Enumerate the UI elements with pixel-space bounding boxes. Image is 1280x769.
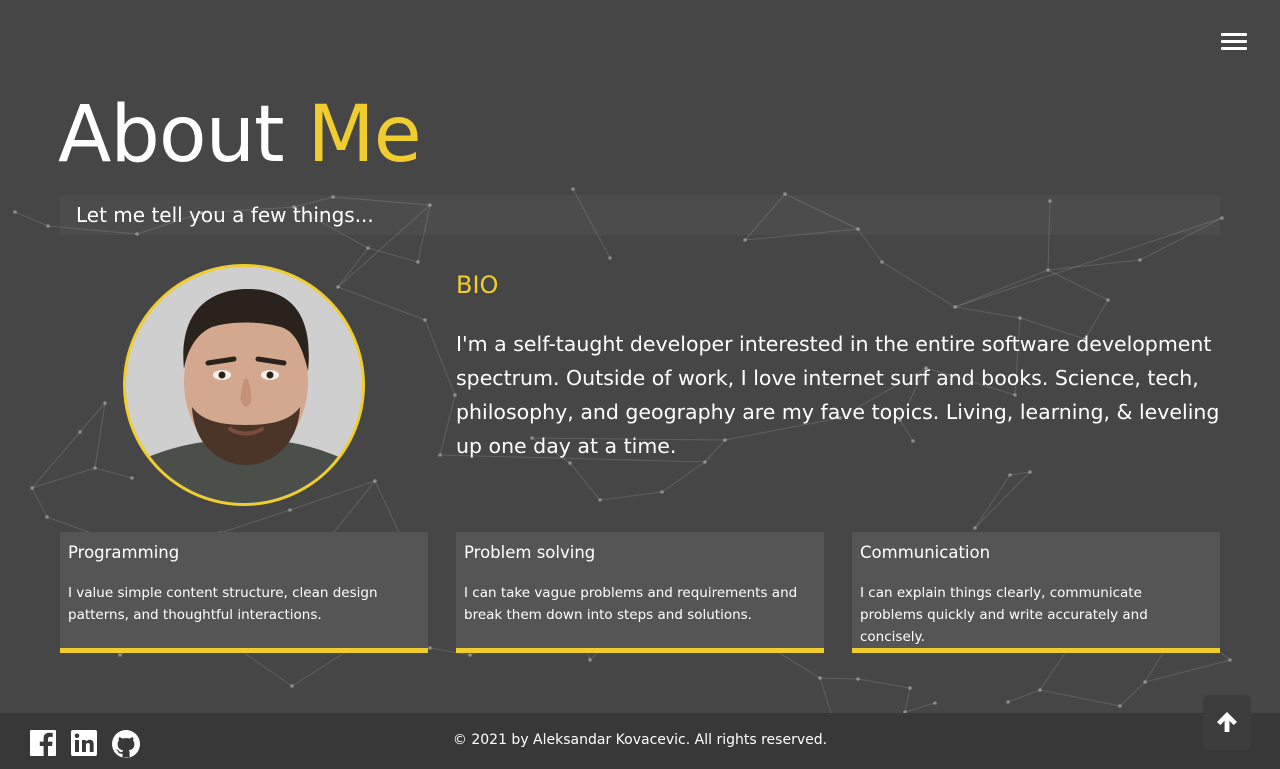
subtitle-bar: Let me tell you a few things... <box>60 195 1220 235</box>
skill-title: Communication <box>860 543 991 562</box>
skill-card-programming: Programming I value simple content struc… <box>60 532 428 653</box>
portrait-illustration <box>126 267 362 503</box>
skill-title: Programming <box>68 543 180 562</box>
page-title-accent: Me <box>307 90 421 180</box>
bio-heading: BIO <box>456 271 499 299</box>
skill-title: Problem solving <box>464 543 596 562</box>
page-title: About Me <box>58 80 422 190</box>
hamburger-menu-icon[interactable] <box>1218 30 1250 54</box>
skill-description: I can take vague problems and requiremen… <box>464 585 798 623</box>
avatar <box>123 264 365 506</box>
bio-text: I'm a self-taught developer interested i… <box>456 332 1220 458</box>
scroll-to-top-button[interactable] <box>1203 695 1251 750</box>
skill-card-communication: Communication I can explain things clear… <box>852 532 1220 653</box>
skill-description: I can explain things clearly, communicat… <box>860 585 1148 645</box>
copyright-text: © 2021 by Aleksandar Kovacevic. All righ… <box>452 732 828 748</box>
arrow-up-icon <box>1217 712 1237 732</box>
skill-card-problem-solving: Problem solving I can take vague problem… <box>456 532 824 653</box>
skill-description: I value simple content structure, clean … <box>68 585 378 623</box>
page-title-main: About <box>58 90 285 180</box>
subtitle: Let me tell you a few things... <box>76 203 374 227</box>
